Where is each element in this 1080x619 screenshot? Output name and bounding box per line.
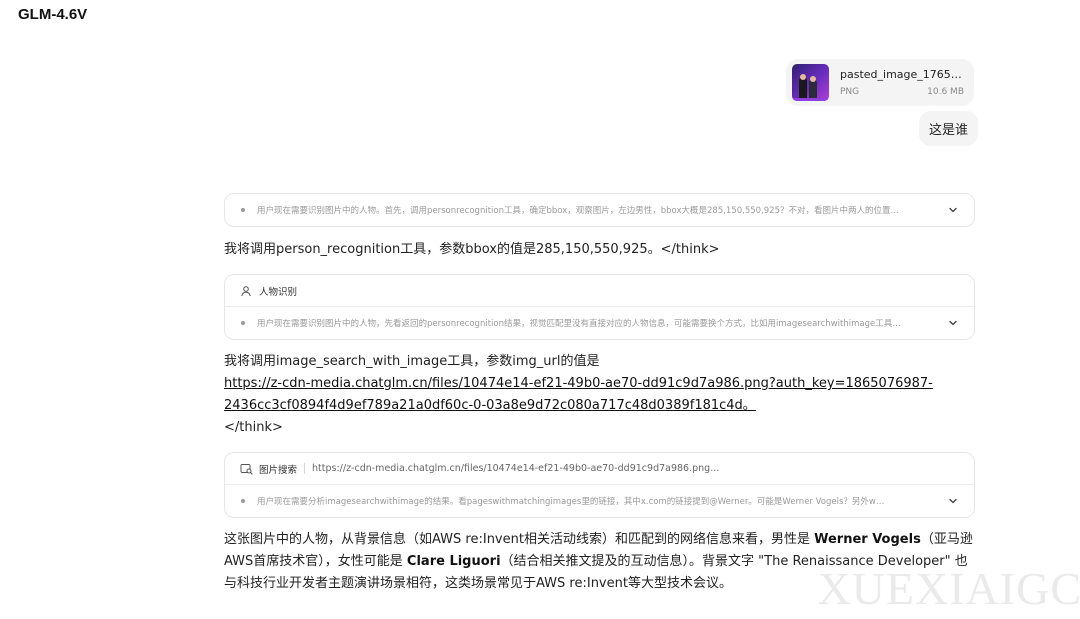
user-message-bubble: 这是谁 (919, 111, 979, 146)
assistant-line-2: 我将调用image_search_with_image工具，参数img_url的… (224, 351, 975, 439)
image-thumbnail[interactable] (792, 64, 829, 101)
tool-label: 人物识别 (259, 286, 298, 298)
user-message-text: 这是谁 (929, 123, 969, 138)
app-title: GLM-4.6V (18, 6, 88, 23)
thinking-panel-1[interactable]: 用户现在需要识别图片中的人物。首先，调用personrecognition工具，… (224, 193, 975, 227)
chevron-down-icon[interactable] (946, 316, 960, 330)
answer-name-1: Werner Vogels (814, 532, 921, 547)
bullet-dot (241, 321, 245, 325)
tool-panel-person-recognition[interactable]: 人物识别 用户现在需要识别图片中的人物，先看返回的personrecogniti… (224, 274, 975, 340)
attachment-card[interactable]: pasted_image_17650... PNG 10.6 MB (786, 59, 974, 106)
user-icon (239, 284, 253, 298)
attachment-name: pasted_image_17650... (840, 68, 964, 81)
tool-panel-image-search[interactable]: 图片搜索 https://z-cdn-media.chatglm.cn/file… (224, 452, 975, 518)
image-search-icon (239, 462, 253, 476)
thinking-text: 用户现在需要识别图片中的人物，先看返回的personrecognition结果，… (257, 319, 901, 329)
chat-window: GLM-4.6V pasted_image_17650... PNG 10.6 … (0, 0, 1080, 619)
line2-prefix: 我将调用image_search_with_image工具，参数img_url的… (224, 354, 600, 369)
assistant-line-1: 我将调用person_recognition工具，参数bbox的值是285,15… (224, 242, 720, 257)
answer-text-1: 这张图片中的人物，从背景信息（如AWS re:Invent相关活动线索）和匹配到… (224, 532, 815, 547)
tool-label: 图片搜索 (259, 464, 298, 476)
chevron-down-icon[interactable] (946, 494, 960, 508)
attachment-size: 10.6 MB (927, 87, 964, 97)
line2-suffix: </think> (224, 420, 283, 435)
image-url-link-2[interactable]: 2436cc3cf0894f4d9ef789a21a0df60c-0-03a8e… (224, 398, 756, 413)
thinking-text: 用户现在需要识别图片中的人物。首先，调用personrecognition工具，… (257, 206, 900, 216)
image-url-link-1[interactable]: https://z-cdn-media.chatglm.cn/files/104… (224, 376, 933, 391)
divider (304, 463, 306, 474)
attachment-type: PNG (840, 87, 860, 97)
answer-name-2: Clare Liguori (406, 554, 501, 569)
bullet-dot (241, 208, 245, 212)
bullet-dot (241, 499, 245, 503)
assistant-answer: 这张图片中的人物，从背景信息（如AWS re:Invent相关活动线索）和匹配到… (224, 529, 975, 595)
tool-url: https://z-cdn-media.chatglm.cn/files/104… (312, 463, 720, 474)
thinking-text: 用户现在需要分析imagesearchwithimage的结果。看pageswi… (257, 497, 885, 507)
chevron-down-icon[interactable] (946, 203, 960, 217)
